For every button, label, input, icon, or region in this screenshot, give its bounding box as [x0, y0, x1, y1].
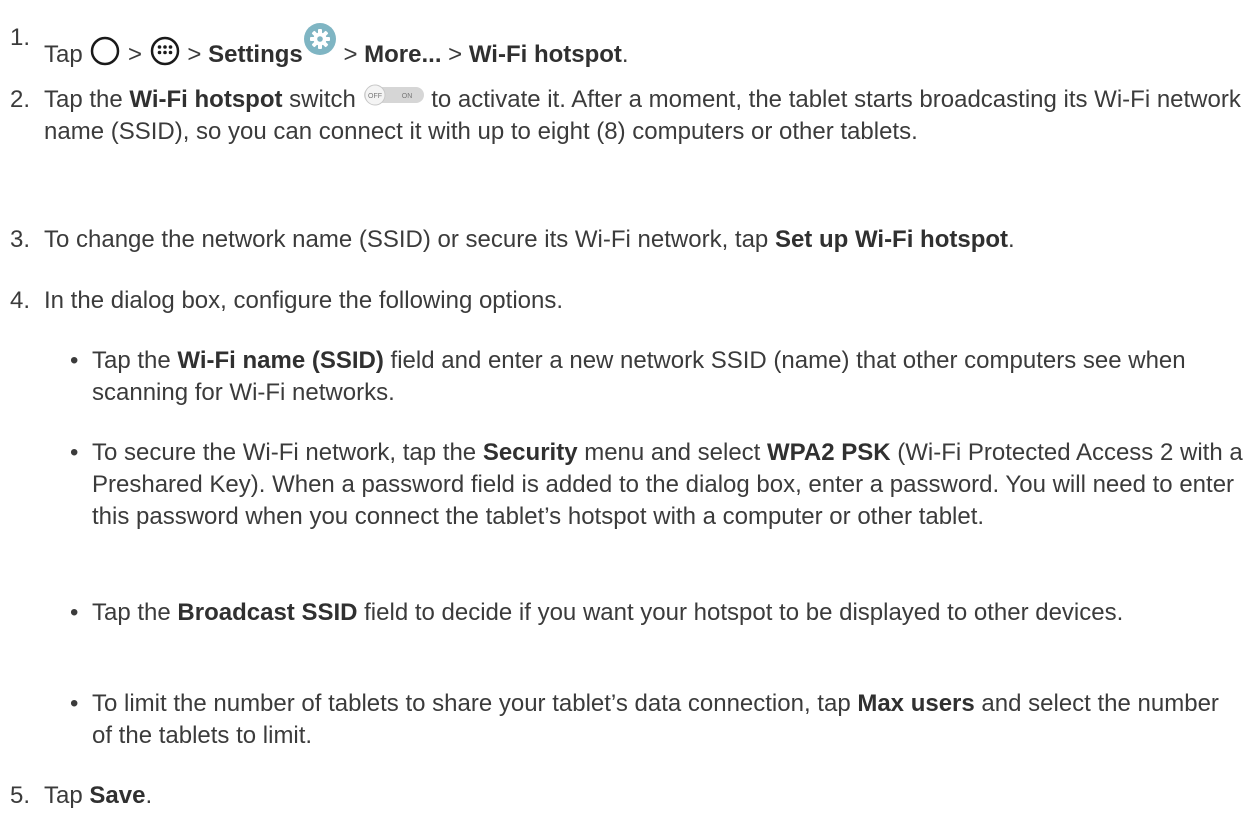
bullet-text: To limit the number of tablets to share …: [92, 690, 1219, 749]
bullet-text: Tap the Broadcast SSID field to decide i…: [92, 599, 1124, 626]
bullet-icon: •: [70, 690, 79, 717]
step-text: In the dialog box, configure the followi…: [44, 287, 564, 314]
settings-gear-icon: [303, 23, 336, 55]
bullet-text: To secure the Wi-Fi network, tap the Sec…: [92, 439, 1243, 530]
apps-grid-icon: [150, 36, 179, 66]
step-text: To change the network name (SSID) or sec…: [44, 226, 1015, 253]
step-text: Tap Save.: [44, 782, 153, 809]
step-number: 2.: [10, 86, 31, 113]
step-number: 1.: [10, 24, 31, 51]
toggle-switch-icon: OFF ON: [363, 84, 424, 106]
bullet-icon: •: [70, 599, 79, 626]
toggle-off-label: OFF: [368, 93, 382, 100]
bullet-text: Tap the Wi-Fi name (SSID) field and ente…: [92, 347, 1186, 406]
toggle-on-label: ON: [401, 93, 412, 100]
step-text: Tap the Wi-Fi hotspot switch OFF ON to a…: [44, 84, 1241, 145]
step-number: 4.: [10, 287, 31, 314]
home-circle-icon: [91, 36, 120, 66]
bullet-icon: •: [70, 439, 79, 466]
step-number: 5.: [10, 782, 31, 809]
step-text: Tap > > Settings > More... > Wi-Fi hotsp…: [44, 22, 1250, 71]
step-number: 3.: [10, 226, 31, 253]
bullet-icon: •: [70, 347, 79, 374]
